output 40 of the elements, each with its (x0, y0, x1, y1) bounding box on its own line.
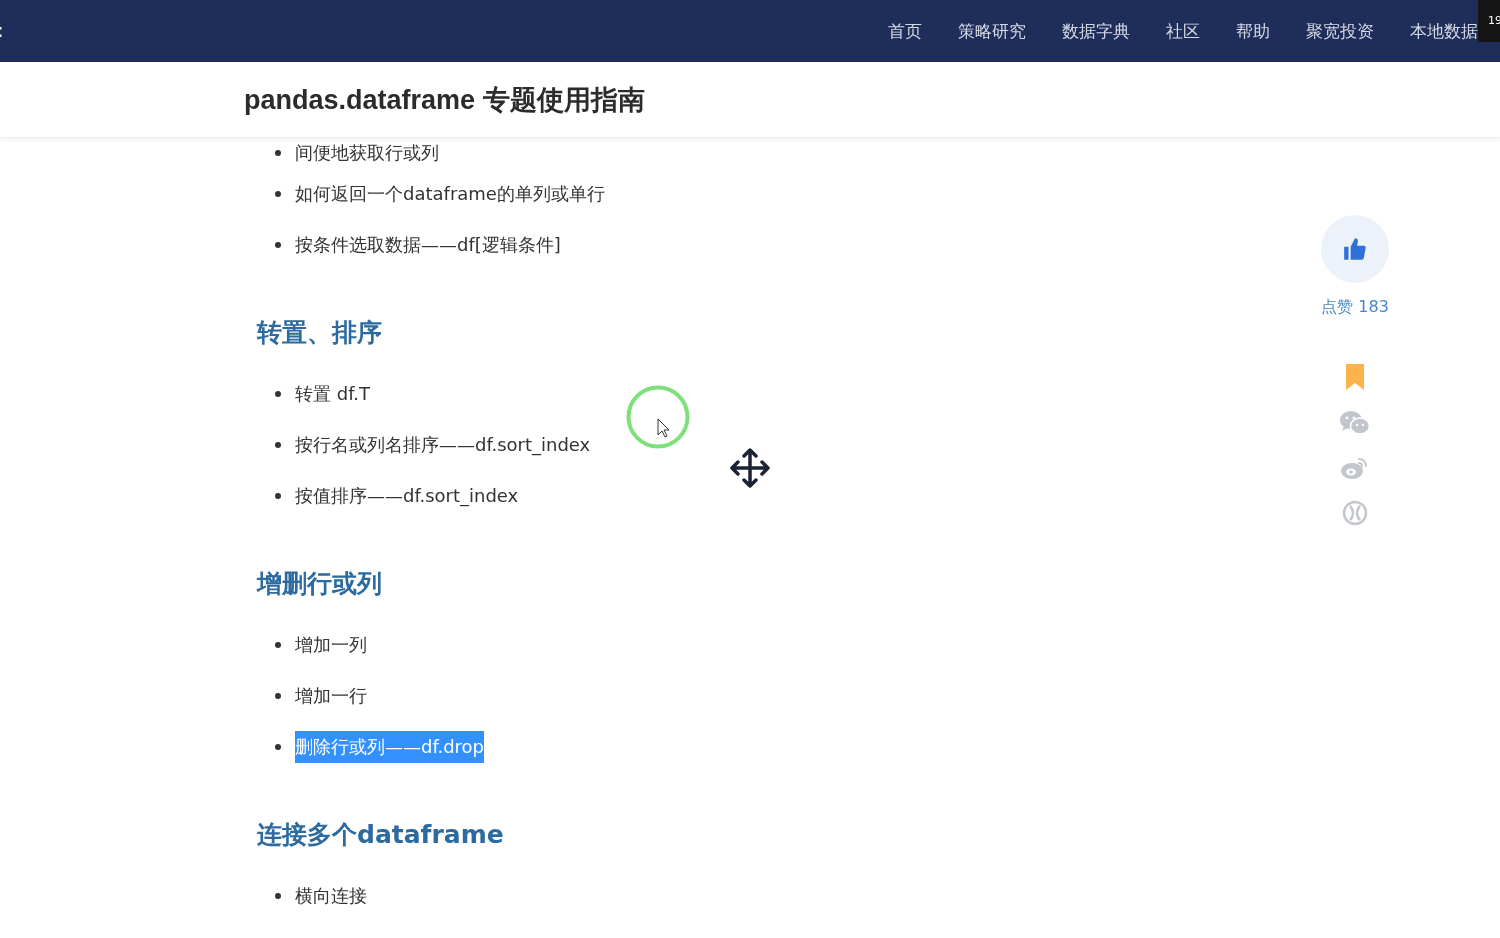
bullet-icon (275, 390, 281, 397)
bullet-icon (275, 492, 281, 499)
move-cursor-icon (729, 447, 771, 489)
list-item-text: 删除行或列——df.drop (295, 730, 485, 763)
click-ring-icon (626, 385, 690, 449)
like-count: 点赞 183 (1321, 297, 1389, 318)
bullet-icon (275, 892, 281, 899)
nav-link[interactable]: 社区 (1166, 19, 1200, 43)
nav-link[interactable]: 数据字典 (1062, 19, 1130, 43)
nav-link[interactable]: 首页 (888, 19, 922, 43)
list-item-text: 转置 df.T (295, 381, 370, 406)
list-item-text: 增加一列 (295, 632, 367, 657)
bullet-icon (275, 743, 281, 750)
chat-bubbles-icon[interactable] (1340, 410, 1370, 436)
bullet-icon (275, 441, 281, 448)
bookmark-icon[interactable] (1345, 364, 1365, 390)
circle-logo-icon[interactable] (1342, 500, 1368, 526)
section-heading: 增删行或列 (257, 567, 383, 600)
bullet-icon (275, 150, 281, 156)
list-item-text: 横向连接 (295, 883, 367, 908)
list-item-text: 增加一行 (295, 683, 367, 708)
page-title: pandas.dataframe 专题使用指南 (244, 83, 645, 117)
bullet-icon (275, 692, 281, 699)
nav-link[interactable]: 聚宽投资 (1306, 19, 1374, 43)
weibo-icon[interactable] (1340, 456, 1370, 480)
thumbs-up-icon (1342, 236, 1368, 262)
bullet-icon (275, 241, 281, 248)
list-item-text: 按行名或列名排序——df.sort_index (295, 432, 591, 458)
list-item-text: 按值排序——df.sort_index (295, 483, 519, 509)
edge-glyph: : (0, 18, 4, 42)
bullet-icon (275, 190, 281, 197)
nav-link[interactable]: 本地数据 (1410, 19, 1478, 43)
list-item-text: 间便地获取行或列 (295, 141, 439, 165)
section-heading: 转置、排序 (257, 316, 383, 349)
nav-link[interactable]: 帮助 (1236, 19, 1270, 43)
list-item-text: 如何返回一个dataframe的单列或单行 (295, 181, 605, 206)
section-heading: 连接多个dataframe (257, 818, 505, 851)
nav-link[interactable]: 策略研究 (958, 19, 1026, 43)
list-item-text: 按条件选取数据——df[逻辑条件] (295, 232, 561, 257)
bullet-icon (275, 641, 281, 648)
